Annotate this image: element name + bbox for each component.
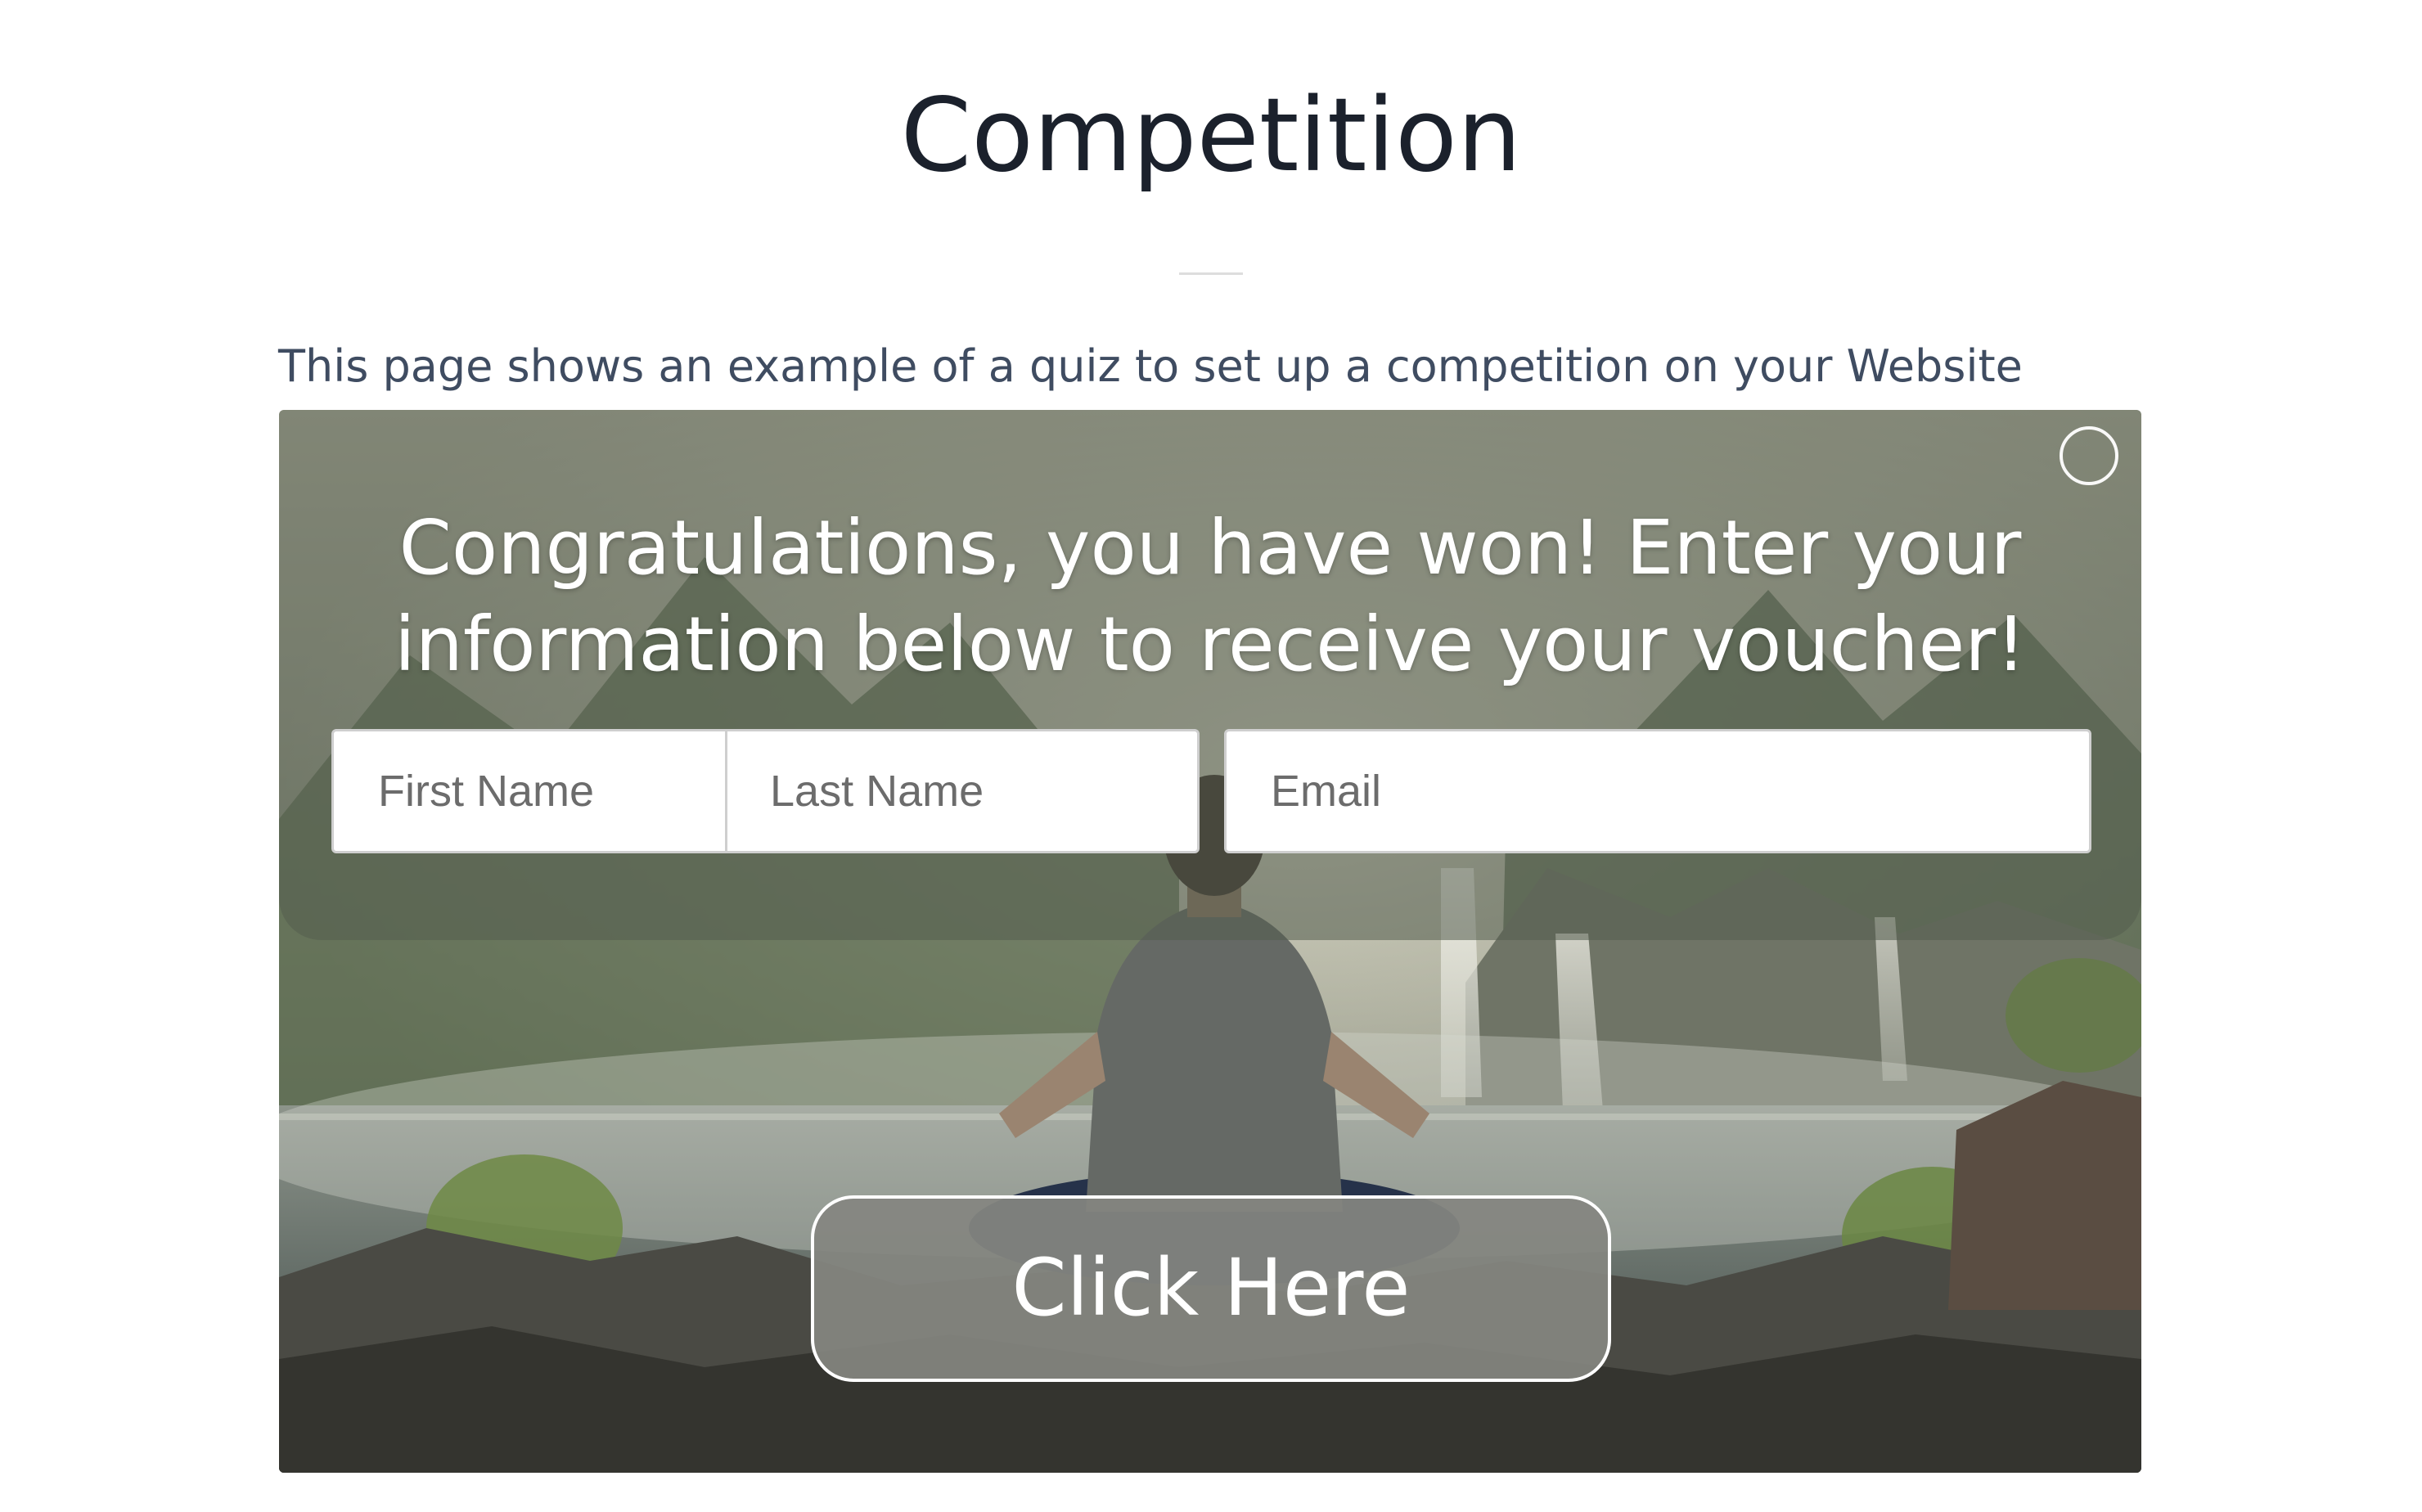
- quiz-hero: Congratulations, you have won! Enter you…: [279, 410, 2141, 1473]
- click-here-button[interactable]: Click Here: [811, 1195, 1611, 1382]
- quiz-headline: Congratulations, you have won! Enter you…: [394, 504, 2026, 688]
- email-field[interactable]: Email: [1224, 729, 2091, 853]
- title-divider: [1179, 272, 1243, 275]
- intro-text: This page shows an example of a quiz to …: [278, 340, 2023, 392]
- close-icon[interactable]: [2060, 426, 2118, 485]
- first-name-field[interactable]: First Name: [331, 729, 727, 853]
- page-title: Competition: [900, 77, 1522, 195]
- last-name-field[interactable]: Last Name: [725, 729, 1200, 853]
